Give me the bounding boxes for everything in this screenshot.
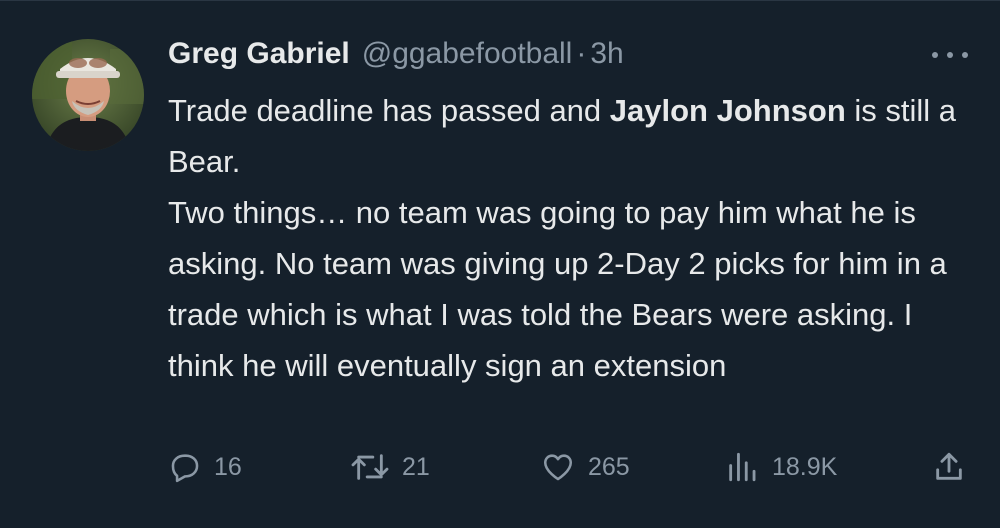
views-button[interactable]: 18.9K: [724, 447, 837, 487]
reply-button[interactable]: 16: [168, 447, 242, 487]
share-button[interactable]: [932, 447, 966, 487]
avatar-photo: [32, 39, 144, 151]
tweet-header: Greg Gabriel @ggabefootball · 3h: [168, 37, 624, 77]
views-icon: [729, 452, 756, 482]
more-dot: [947, 52, 953, 58]
reply-count: 16: [214, 452, 242, 481]
retweet-icon: [351, 454, 389, 480]
tweet-paragraph-1: Trade deadline has passed and Jaylon Joh…: [168, 85, 968, 187]
more-dot: [962, 52, 968, 58]
timestamp[interactable]: 3h: [590, 37, 623, 71]
share-icon: [936, 452, 962, 480]
action-bar: 16 21 265 18.9K: [168, 447, 968, 487]
author-name[interactable]: Greg Gabriel: [168, 37, 350, 71]
tweet-card[interactable]: Greg Gabriel @ggabefootball · 3h Trade d…: [0, 0, 1000, 528]
like-count: 265: [588, 452, 630, 481]
header-separator: ·: [576, 37, 587, 70]
heart-icon: [543, 454, 573, 481]
tweet-text: Trade deadline has passed and Jaylon Joh…: [168, 85, 968, 391]
avatar[interactable]: [32, 39, 144, 151]
more-icon[interactable]: [932, 45, 968, 65]
reply-icon: [171, 454, 199, 483]
views-count: 18.9K: [772, 452, 838, 481]
tweet-text-segment: Trade deadline has passed and: [168, 93, 610, 128]
like-button[interactable]: 265: [540, 447, 630, 487]
retweet-count: 21: [402, 452, 430, 481]
more-dot: [932, 52, 938, 58]
tweet-paragraph-2: Two things… no team was going to pay him…: [168, 195, 947, 383]
retweet-button[interactable]: 21: [350, 447, 430, 487]
mentioned-player: Jaylon Johnson: [609, 93, 846, 128]
author-handle[interactable]: @ggabefootball: [362, 37, 573, 71]
